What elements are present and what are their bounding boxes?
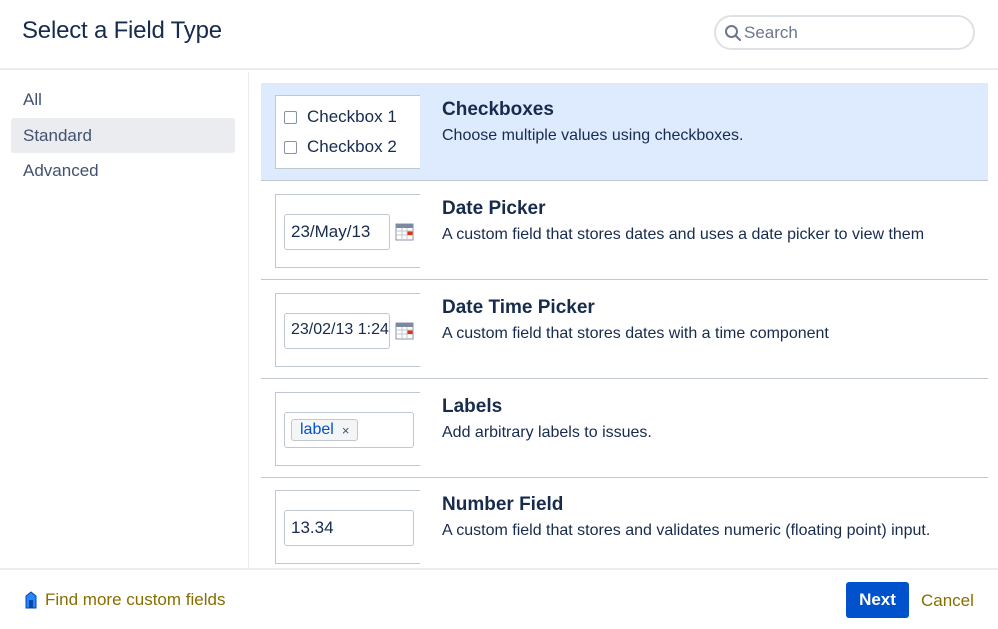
checkboxes-preview: Checkbox 1 Checkbox 2 — [275, 95, 420, 169]
preview-checkbox-1: Checkbox 1 — [284, 106, 397, 128]
sidebar-item-all[interactable]: All — [11, 82, 235, 117]
preview-number-input: 13.34 — [284, 510, 414, 546]
next-button[interactable]: Next — [846, 582, 909, 618]
field-type-description: A custom field that stores and validates… — [442, 522, 931, 539]
checkbox-label: Checkbox 1 — [307, 107, 397, 126]
checkbox-box — [284, 110, 297, 124]
field-type-labels[interactable]: label × Labels Add arbitrary labels to i… — [261, 380, 988, 478]
field-type-list: Checkbox 1 Checkbox 2 Checkboxes Choose … — [249, 72, 998, 568]
preview-date-input: 23/May/13 — [284, 214, 390, 250]
field-type-checkboxes[interactable]: Checkbox 1 Checkbox 2 Checkboxes Choose … — [261, 83, 988, 181]
dialog-title: Select a Field Type — [22, 17, 222, 44]
sidebar-item-standard[interactable]: Standard — [11, 118, 235, 153]
calendar-icon — [395, 223, 414, 241]
preview-datetime-input: 23/02/13 1:24 — [284, 313, 390, 349]
field-type-date-time-picker[interactable]: 23/02/13 1:24 Date Time Picker A custom … — [261, 281, 988, 379]
field-type-description: A custom field that stores dates with a … — [442, 325, 829, 342]
field-type-date-picker[interactable]: 23/May/13 Date Picker A custom field tha… — [261, 182, 988, 280]
dialog-header: Select a Field Type — [0, 0, 998, 70]
preview-label-input: label × — [284, 412, 414, 448]
field-type-title: Number Field — [442, 494, 564, 515]
checkbox-box — [284, 140, 297, 154]
number-field-preview: 13.34 — [275, 490, 420, 564]
field-type-description: Add arbitrary labels to issues. — [442, 424, 652, 441]
date-time-picker-preview: 23/02/13 1:24 — [275, 293, 420, 367]
field-type-title: Date Time Picker — [442, 297, 595, 318]
search-box[interactable] — [714, 15, 975, 50]
field-type-description: A custom field that stores dates and use… — [442, 226, 925, 243]
marketplace-icon — [25, 591, 37, 609]
field-type-number-field[interactable]: 13.34 Number Field A custom field that s… — [261, 478, 988, 568]
remove-label-icon: × — [341, 422, 350, 438]
category-sidebar: All Standard Advanced — [0, 72, 249, 568]
find-link-label: Find more custom fields — [45, 590, 226, 609]
field-type-title: Labels — [442, 396, 503, 417]
field-type-title: Date Picker — [442, 198, 546, 219]
dialog-footer: Find more custom fields Next Cancel — [0, 568, 998, 629]
cancel-button[interactable]: Cancel — [921, 591, 974, 611]
sidebar-item-advanced[interactable]: Advanced — [11, 153, 235, 188]
search-icon — [725, 25, 741, 41]
field-type-description: Choose multiple values using checkboxes. — [442, 127, 744, 144]
labels-preview: label × — [275, 392, 420, 466]
calendar-icon — [395, 322, 414, 340]
search-input[interactable] — [744, 21, 964, 45]
preview-checkbox-2: Checkbox 2 — [284, 136, 397, 158]
find-more-fields-link[interactable]: Find more custom fields — [23, 590, 225, 610]
checkbox-label: Checkbox 2 — [307, 137, 397, 156]
date-picker-preview: 23/May/13 — [275, 194, 420, 268]
label-chip: label × — [291, 419, 359, 441]
field-type-title: Checkboxes — [442, 99, 554, 120]
label-chip-text: label — [300, 421, 334, 438]
